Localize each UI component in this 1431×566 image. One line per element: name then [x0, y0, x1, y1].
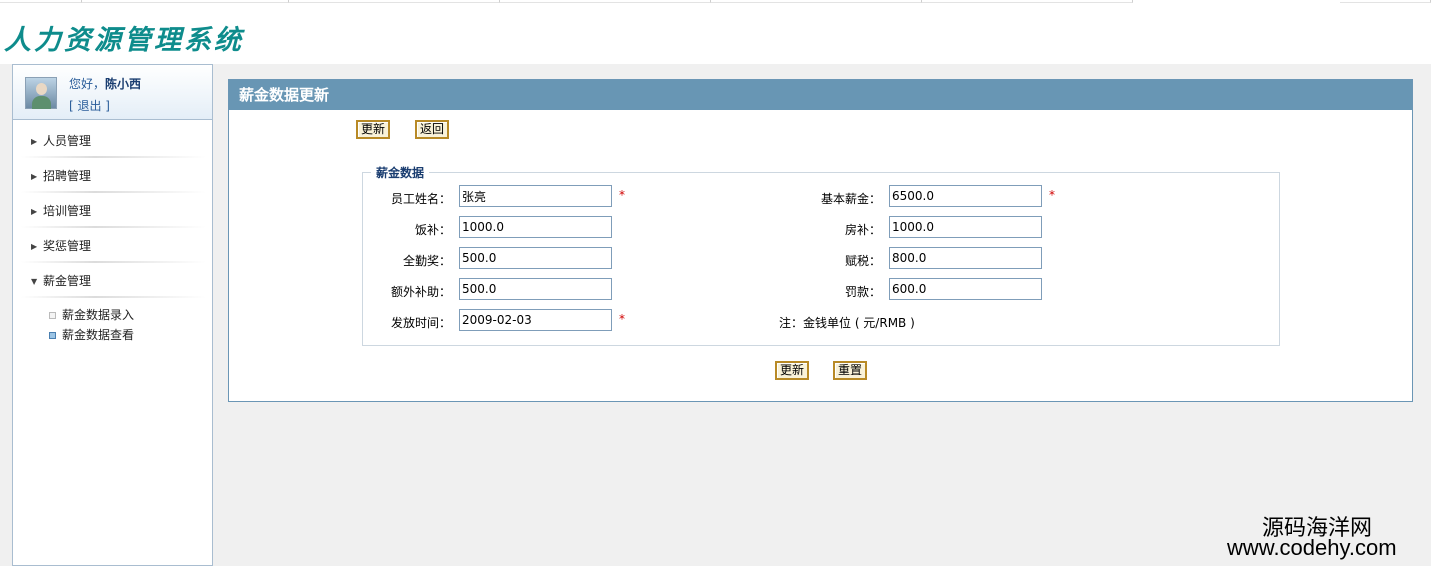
- currency-note: 注：金钱单位 ( 元/RMB ): [779, 316, 915, 330]
- fieldset-legend: 薪金数据: [376, 166, 425, 180]
- tax-input[interactable]: [889, 247, 1042, 269]
- back-button[interactable]: 返回: [415, 120, 450, 139]
- required-mark: *: [1049, 188, 1055, 202]
- label-fine: 罚款：: [844, 285, 881, 299]
- extra-allowance-input[interactable]: [459, 278, 612, 300]
- label-employee-name: 员工姓名：: [390, 192, 451, 206]
- submenu-salary-view[interactable]: 薪金数据查看: [49, 326, 134, 343]
- sidebar-item-salary[interactable]: ▼ 薪金管理: [13, 265, 212, 298]
- watermark-url: www.codehy.com: [1227, 535, 1397, 560]
- pay-date-input[interactable]: [459, 309, 612, 331]
- required-mark: *: [619, 312, 625, 326]
- label-base-salary: 基本薪金：: [820, 192, 881, 206]
- bottom-update-button[interactable]: 更新: [775, 361, 810, 380]
- label-attendance-bonus: 全勤奖：: [402, 254, 451, 268]
- app-logo: 人力资源管理系统: [4, 25, 244, 56]
- logout-link[interactable]: [ 退出 ]: [69, 97, 110, 114]
- sidebar-item-rewards[interactable]: ▶ 奖惩管理: [13, 230, 212, 263]
- salary-update-panel: 薪金数据更新 更新 返回 薪金数据 员工姓名： * 饭补： 全勤奖： 额外补助：…: [228, 79, 1413, 402]
- caret-right-icon: ▶: [31, 242, 38, 251]
- required-mark: *: [619, 188, 625, 202]
- caret-right-icon: ▶: [31, 137, 38, 146]
- label-meal-allowance: 饭补：: [414, 223, 451, 237]
- label-extra-allowance: 额外补助：: [390, 285, 451, 299]
- submenu-salary-entry[interactable]: 薪金数据录入: [49, 306, 134, 323]
- meal-allowance-input[interactable]: [459, 216, 612, 238]
- label-pay-date: 发放时间：: [390, 316, 451, 330]
- top-tab-strip: [0, 0, 1431, 3]
- sidebar: 您好，陈小西 [ 退出 ] ▶ 人员管理 ▶ 招聘管理 ▶ 培训管理 ▶ 奖惩管…: [12, 64, 213, 566]
- label-tax: 赋税：: [844, 254, 881, 268]
- reset-button[interactable]: 重置: [833, 361, 868, 380]
- greeting: 您好，陈小西: [69, 77, 142, 91]
- housing-allowance-input[interactable]: [889, 216, 1042, 238]
- avatar: [25, 77, 57, 109]
- base-salary-input[interactable]: [889, 185, 1042, 207]
- sidebar-item-training[interactable]: ▶ 培训管理: [13, 195, 212, 228]
- user-box: 您好，陈小西 [ 退出 ]: [13, 65, 212, 120]
- sidebar-item-personnel[interactable]: ▶ 人员管理: [13, 125, 212, 158]
- employee-name-input[interactable]: [459, 185, 612, 207]
- bullet-icon: [49, 312, 56, 319]
- caret-down-icon: ▼: [31, 277, 38, 286]
- top-update-button[interactable]: 更新: [356, 120, 391, 139]
- caret-right-icon: ▶: [31, 207, 38, 216]
- attendance-bonus-input[interactable]: [459, 247, 612, 269]
- user-name: 陈小西: [105, 77, 142, 91]
- panel-title: 薪金数据更新: [229, 80, 1412, 110]
- label-housing-allowance: 房补：: [844, 223, 881, 237]
- fine-input[interactable]: [889, 278, 1042, 300]
- sidebar-item-recruitment[interactable]: ▶ 招聘管理: [13, 160, 212, 193]
- caret-right-icon: ▶: [31, 172, 38, 181]
- bullet-icon: [49, 332, 56, 339]
